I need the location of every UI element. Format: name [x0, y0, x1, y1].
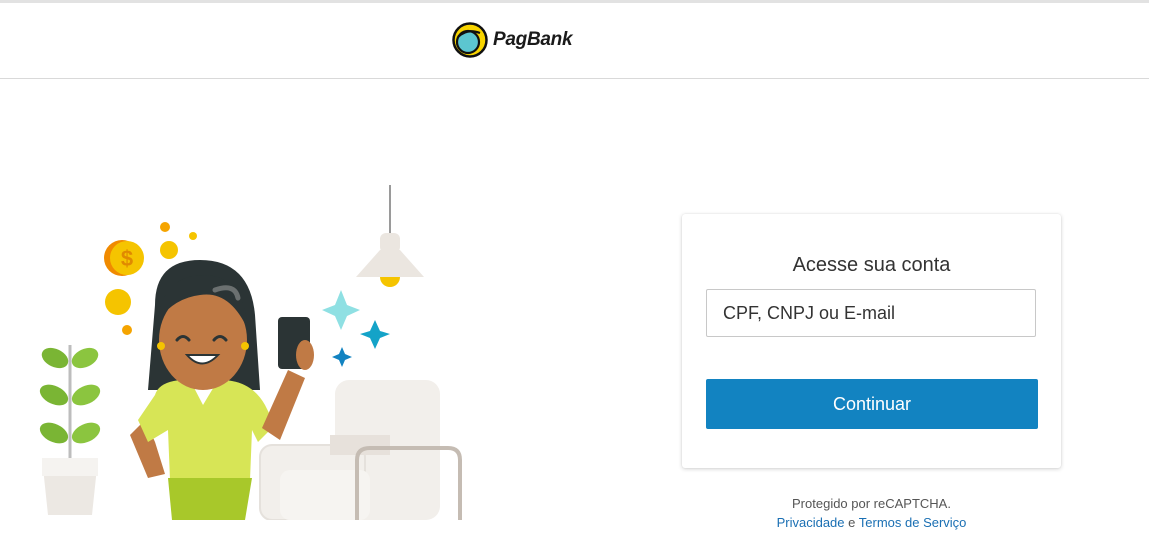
plant-icon	[39, 345, 101, 515]
pagbank-wordmark: PagBank	[493, 29, 573, 50]
links-conjunction: e	[848, 515, 856, 530]
sparkle-icon	[332, 347, 352, 367]
coin-dot	[105, 289, 131, 315]
hero-illustration: $	[39, 185, 462, 520]
recaptcha-protected-text: Protegido por reCAPTCHA.	[792, 496, 951, 511]
continue-button[interactable]: Continuar	[706, 379, 1038, 429]
coin-dot	[122, 325, 132, 335]
pagbank-logo-icon	[452, 22, 488, 58]
coin-dot	[160, 241, 178, 259]
cpf-cnpj-email-input[interactable]	[706, 289, 1036, 337]
login-card: Acesse sua conta Continuar	[682, 214, 1061, 468]
sparkle-icon	[360, 320, 390, 349]
page-header: PagBank	[0, 3, 1149, 79]
coin-dot	[160, 222, 170, 232]
login-title: Acesse sua conta	[792, 254, 951, 276]
recaptcha-links: Privacidade e Termos de Serviço	[682, 513, 1061, 532]
sparkle-icon	[322, 290, 360, 330]
coin-symbol: $	[121, 246, 133, 271]
terms-link[interactable]: Termos de Serviço	[859, 515, 967, 530]
coin-dot	[189, 232, 197, 240]
lamp-icon	[356, 185, 424, 287]
pagbank-logo[interactable]: PagBank	[452, 22, 573, 58]
coin-icon: $	[104, 240, 144, 276]
privacy-link[interactable]: Privacidade	[777, 515, 845, 530]
recaptcha-notice: Protegido por reCAPTCHA. Privacidade e T…	[682, 494, 1061, 532]
